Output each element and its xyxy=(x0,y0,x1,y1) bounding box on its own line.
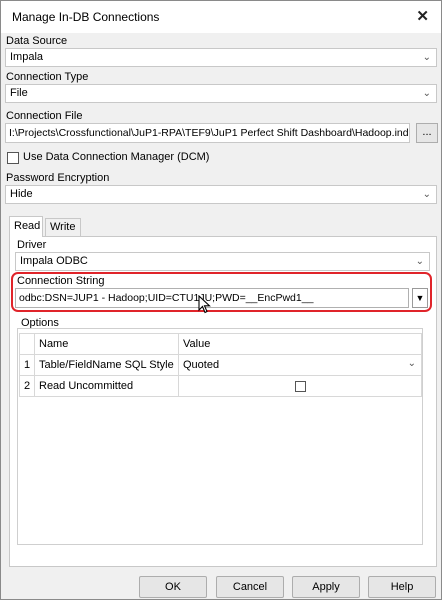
table-row: 2 Read Uncommitted xyxy=(19,375,422,397)
column-header-value: Value xyxy=(178,333,422,355)
read-uncommitted-checkbox[interactable] xyxy=(294,380,306,392)
connection-type-select[interactable]: File ⌄ xyxy=(5,84,437,103)
chevron-down-icon: ⌄ xyxy=(422,88,431,99)
driver-label: Driver xyxy=(17,239,47,251)
password-encryption-label: Password Encryption xyxy=(6,172,110,184)
option-name: Table/FieldName SQL Style xyxy=(34,354,179,376)
title-bar: Manage In-DB Connections ✕ xyxy=(1,1,441,33)
sql-style-select[interactable]: Quoted ⌄ xyxy=(178,354,422,376)
manage-indb-connections-dialog: Manage In-DB Connections ✕ Data Source I… xyxy=(0,0,442,600)
options-header-row: Name Value xyxy=(19,333,422,355)
driver-select[interactable]: Impala ODBC ⌄ xyxy=(15,252,430,271)
highlight-annotation xyxy=(11,272,432,312)
chevron-down-icon: ⌄ xyxy=(407,358,416,369)
dcm-checkbox[interactable] xyxy=(7,152,19,164)
connection-file-label: Connection File xyxy=(6,110,83,122)
connection-file-input[interactable]: I:\Projects\Crossfunctional\JuP1-RPA\TEF… xyxy=(5,123,410,143)
browse-button[interactable]: ... xyxy=(416,123,438,143)
tab-read[interactable]: Read xyxy=(9,216,43,237)
data-source-label: Data Source xyxy=(6,35,68,47)
password-encryption-value: Hide xyxy=(10,188,33,200)
data-source-select[interactable]: Impala ⌄ xyxy=(5,48,437,67)
close-icon[interactable]: ✕ xyxy=(416,7,429,25)
cancel-button[interactable]: Cancel xyxy=(216,576,284,598)
help-button[interactable]: Help xyxy=(368,576,436,598)
apply-button[interactable]: Apply xyxy=(292,576,360,598)
sql-style-value: Quoted xyxy=(183,359,220,371)
chevron-down-icon: ⌄ xyxy=(422,52,431,63)
row-index: 1 xyxy=(19,354,35,376)
driver-value: Impala ODBC xyxy=(20,255,88,267)
chevron-down-icon: ⌄ xyxy=(415,256,424,267)
option-name: Read Uncommitted xyxy=(34,375,179,397)
window-title: Manage In-DB Connections xyxy=(12,10,160,24)
connection-type-value: File xyxy=(10,87,28,99)
password-encryption-select[interactable]: Hide ⌄ xyxy=(5,185,437,204)
table-row: 1 Table/FieldName SQL Style Quoted ⌄ xyxy=(19,354,422,376)
connection-type-label: Connection Type xyxy=(6,71,89,83)
chevron-down-icon: ⌄ xyxy=(422,189,431,200)
row-index-header xyxy=(19,333,35,355)
data-source-value: Impala xyxy=(10,51,44,63)
read-uncommitted-cell xyxy=(178,375,422,397)
options-grid: Name Value 1 Table/FieldName SQL Style Q… xyxy=(19,333,422,397)
dcm-label: Use Data Connection Manager (DCM) xyxy=(23,151,210,163)
row-index: 2 xyxy=(19,375,35,397)
tab-write[interactable]: Write xyxy=(45,218,81,236)
mouse-pointer-icon xyxy=(198,295,211,314)
ok-button[interactable]: OK xyxy=(139,576,207,598)
button-bar: OK Cancel Apply Help xyxy=(1,571,441,600)
column-header-name: Name xyxy=(34,333,179,355)
